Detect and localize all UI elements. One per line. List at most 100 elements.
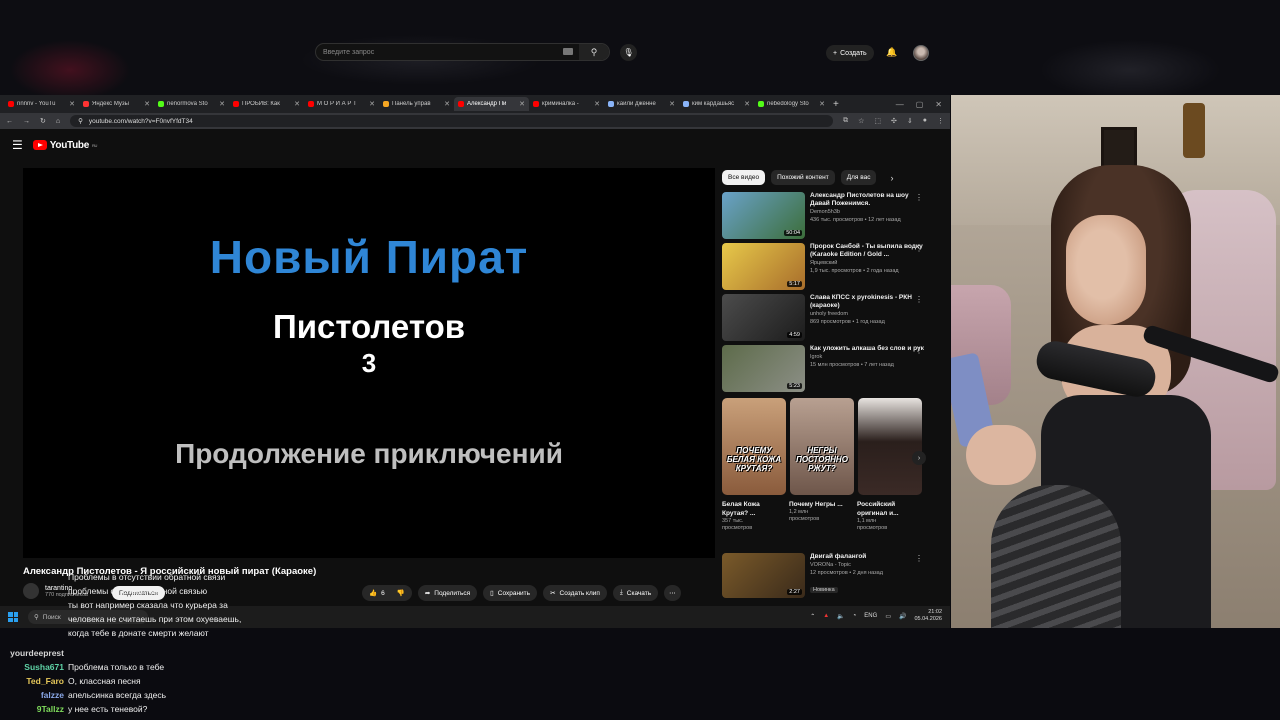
filter-chip[interactable]: Все видео xyxy=(722,170,766,185)
recommendation-title[interactable]: Слава КПСС x pyrokinesis - РКН (караоке) xyxy=(810,294,927,310)
microphone-icon[interactable]: 🎙 xyxy=(620,44,637,61)
browser-tab[interactable]: Панель управ ✕ xyxy=(379,97,454,111)
browser-tab[interactable]: Яндекс Музы ✕ xyxy=(79,97,154,111)
cast-icon[interactable]: ⧉ xyxy=(843,117,848,125)
tab-close-icon[interactable]: ✕ xyxy=(294,100,300,108)
new-tab-button[interactable]: + xyxy=(833,99,839,110)
short-thumbnail[interactable] xyxy=(858,398,922,495)
recommendation-item[interactable]: 5:17 Пророк Санбой - Ты выпила водку (Kar… xyxy=(722,243,927,290)
profile-icon[interactable]: ● xyxy=(923,117,927,125)
shorts-next-icon[interactable]: › xyxy=(912,451,926,465)
video-thumbnail[interactable]: 4:59 xyxy=(722,294,805,341)
video-thumbnail[interactable]: 50:04 xyxy=(722,192,805,239)
filter-chip[interactable]: Похожий контент xyxy=(771,170,835,185)
browser-tab[interactable]: криминалка - ✕ xyxy=(529,97,604,111)
chat-username[interactable]: falzze xyxy=(0,688,64,702)
puzzle-icon[interactable]: ✣ xyxy=(891,117,897,125)
filter-chip[interactable]: Для вас xyxy=(840,170,877,185)
save-button[interactable]: ▯ Сохранить xyxy=(483,585,538,601)
tab-close-icon[interactable]: ✕ xyxy=(819,100,825,108)
tab-close-icon[interactable]: ✕ xyxy=(69,100,75,108)
minimize-icon[interactable]: — xyxy=(896,100,904,109)
wifi-icon[interactable]: ◔ xyxy=(853,613,857,619)
tab-close-icon[interactable]: ✕ xyxy=(219,100,225,108)
more-options-icon[interactable]: ⋮ xyxy=(915,554,923,563)
short-thumbnail[interactable]: НЕГРЫ ПОСТОЯННО РЖУТ? xyxy=(790,398,854,495)
recommendation-item[interactable]: 5:23 Как уложить алкаша без слов и рук Igr… xyxy=(722,345,927,392)
tab-close-icon[interactable]: ✕ xyxy=(369,100,375,108)
recommendation-title[interactable]: Двигай фалангой xyxy=(810,553,927,561)
recommendation-channel[interactable]: VORONa - Topic xyxy=(810,562,927,569)
keyboard-icon[interactable] xyxy=(563,48,573,55)
tab-close-icon[interactable]: ✕ xyxy=(144,100,150,108)
recommendation-channel[interactable]: Igrok xyxy=(810,354,927,361)
recommendation-title[interactable]: Как уложить алкаша без слов и рук xyxy=(810,345,927,353)
reload-icon[interactable]: ↻ xyxy=(40,117,46,125)
video-player[interactable]: Новый Пират Пистолетов 3 Продолжение при… xyxy=(23,168,715,558)
recommendation-title[interactable]: Александр Пистолетов на шоу Давай Пожени… xyxy=(810,192,927,208)
url-field[interactable]: ⚲ youtube.com/watch?v=F0nvfYfdT34 xyxy=(70,115,834,127)
clock[interactable]: 21:02 05.04.2026 xyxy=(914,609,942,623)
recommendation-item[interactable]: 4:59 Слава КПСС x pyrokinesis - РКН (кара… xyxy=(722,294,927,341)
chat-username[interactable]: Susha671 xyxy=(0,660,64,674)
site-info-icon[interactable]: ⚲ xyxy=(78,117,83,125)
recommendation-channel[interactable]: Ярцевский xyxy=(810,260,927,267)
recommendation-channel[interactable]: unholy freedom xyxy=(810,311,927,318)
more-options-icon[interactable]: ⋮ xyxy=(915,193,923,202)
recommendation-item[interactable]: 2:27 Двигай фалангой VORONa - Topic 12 п… xyxy=(722,553,927,598)
recommendation-title[interactable]: Пророк Санбой - Ты выпила водку (Karaoke… xyxy=(810,243,927,259)
chat-username[interactable]: Ted_Faro xyxy=(0,674,64,688)
monitor-icon[interactable]: ▭ xyxy=(885,613,891,620)
shield-icon[interactable]: ▲ xyxy=(823,613,829,619)
search-button[interactable]: ⚲ xyxy=(579,44,609,60)
video-thumbnail[interactable]: 5:17 xyxy=(722,243,805,290)
notifications-bell-icon[interactable]: 🔔 xyxy=(886,47,897,58)
back-icon[interactable]: ← xyxy=(6,118,13,125)
short-title[interactable]: Почему Негры ... xyxy=(789,500,853,509)
lang-indicator[interactable]: ENG xyxy=(864,613,877,619)
short-thumbnail[interactable]: ПОЧЕМУ БЕЛАЯ КОЖА КРУТАЯ? xyxy=(722,398,786,495)
volume-icon[interactable]: 🔊 xyxy=(899,613,906,620)
youtube-logo[interactable]: YouTube RU xyxy=(32,140,97,151)
browser-tab[interactable]: М О Р И А Р Т ✕ xyxy=(304,97,379,111)
browser-tab[interactable]: nenormova Sto ✕ xyxy=(154,97,229,111)
share-button[interactable]: ➦ Поделиться xyxy=(417,585,478,601)
tab-close-icon[interactable]: ✕ xyxy=(444,100,450,108)
chat-username[interactable]: yourdeeprest xyxy=(0,646,64,660)
recommendation-item[interactable]: 50:04 Александр Пистолетов на шоу Давай П… xyxy=(722,192,927,239)
recommendation-channel[interactable]: Demon5h3b xyxy=(810,209,927,216)
tab-close-icon[interactable]: ✕ xyxy=(594,100,600,108)
chevron-right-icon[interactable]: › xyxy=(890,173,893,183)
download-button[interactable]: ⤓ Скачать xyxy=(612,585,659,601)
video-thumbnail[interactable]: 2:27 xyxy=(722,553,805,598)
clip-button[interactable]: ✂ Создать клип xyxy=(543,585,607,601)
downloads-icon[interactable]: ⇓ xyxy=(907,117,913,125)
maximize-icon[interactable]: ▢ xyxy=(916,100,924,109)
user-avatar[interactable] xyxy=(913,45,929,61)
more-actions-button[interactable]: ⋯ xyxy=(664,585,681,601)
search-input[interactable]: Введите запрос ⚲ xyxy=(315,43,610,61)
speaker-icon[interactable]: 🔈 xyxy=(837,613,844,620)
bookmark-star-icon[interactable]: ☆ xyxy=(858,117,864,125)
chat-username[interactable]: 9Tallzz xyxy=(0,702,64,716)
tab-close-icon[interactable]: ✕ xyxy=(669,100,675,108)
browser-tab[interactable]: кайли дженне ✕ xyxy=(604,97,679,111)
browser-tab[interactable]: ким кардашьяс ✕ xyxy=(679,97,754,111)
tab-close-icon[interactable]: ✕ xyxy=(744,100,750,108)
chevron-up-icon[interactable]: ⌃ xyxy=(810,613,815,620)
browser-tab[interactable]: nebedology Sto ✕ xyxy=(754,97,829,111)
close-icon[interactable]: ✕ xyxy=(935,100,942,109)
menu-icon[interactable]: ⋮ xyxy=(937,117,944,125)
browser-tab[interactable]: ПРОБИВ: Как ✕ xyxy=(229,97,304,111)
short-title[interactable]: Белая Кожа Крутая? ... xyxy=(722,500,786,518)
more-options-icon[interactable]: ⋮ xyxy=(915,244,923,253)
short-title[interactable]: Российский оригинал и... xyxy=(857,500,921,518)
tab-close-icon[interactable]: ✕ xyxy=(519,100,525,108)
video-thumbnail[interactable]: 5:23 xyxy=(722,345,805,392)
hamburger-menu-icon[interactable]: ☰ xyxy=(12,138,23,152)
forward-icon[interactable]: → xyxy=(23,118,30,125)
create-button[interactable]: + Создать xyxy=(826,45,874,61)
browser-tab[interactable]: nnnnv - YouTu ✕ xyxy=(4,97,79,111)
more-options-icon[interactable]: ⋮ xyxy=(915,295,923,304)
more-options-icon[interactable]: ⋮ xyxy=(915,346,923,355)
